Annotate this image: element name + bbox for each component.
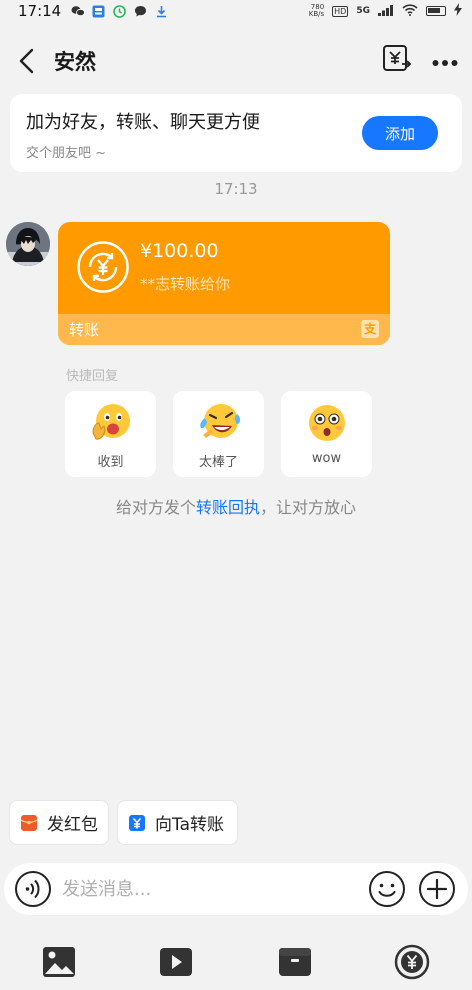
receipt-link[interactable]: 转账回执 <box>196 498 260 517</box>
quick-reply-label: wow <box>311 451 342 466</box>
message-timestamp: 17:13 <box>214 180 258 198</box>
quick-reply-wow[interactable]: wow <box>281 391 372 477</box>
wallet-icon[interactable] <box>277 944 313 980</box>
back-arrow-icon[interactable] <box>6 38 46 84</box>
transfer-to-button[interactable]: 向Ta转账 <box>117 800 238 845</box>
hd-badge: HD <box>332 5 349 17</box>
signal-icon <box>378 2 394 20</box>
more-options-icon[interactable] <box>432 52 458 71</box>
receipt-hint-prefix: 给对方发个 <box>115 498 196 517</box>
wifi-icon <box>402 2 418 20</box>
emoji-icon[interactable] <box>368 870 406 908</box>
receipt-hint-suffix: ，让对方放心 <box>260 498 357 517</box>
quick-reply-great[interactable]: 太棒了 <box>173 391 264 477</box>
battery-icon <box>426 6 446 16</box>
status-time: 17:14 <box>18 2 62 20</box>
ok-hand-face-icon <box>89 401 133 445</box>
transfer-to-label: 向Ta转账 <box>155 815 224 835</box>
video-icon[interactable] <box>158 944 194 980</box>
red-packet-button[interactable]: 发红包 <box>9 800 109 845</box>
alipay-icon: 支 <box>361 320 379 338</box>
status-bar: 17:14 780 KB/s HD 5G <box>0 0 472 22</box>
transfer-history-icon[interactable] <box>382 44 412 78</box>
transfer-coin-icon <box>76 240 130 294</box>
plus-icon[interactable] <box>418 870 456 908</box>
add-friend-card: 加为好友，转账、聊天更方便 交个朋友吧 ~ 添加 <box>10 94 462 172</box>
download-icon <box>155 5 168 18</box>
id-card-icon <box>92 5 105 18</box>
transfer-yuan-icon <box>128 814 146 832</box>
add-friend-button[interactable]: 添加 <box>362 116 438 150</box>
avatar[interactable] <box>6 222 50 266</box>
message-input[interactable] <box>62 875 352 903</box>
contact-name: 安然 <box>54 50 96 74</box>
chat-header: 安然 <box>0 38 472 84</box>
transfer-message-card[interactable]: ¥100.00 **志转账给你 转账 支 <box>58 222 390 345</box>
network-5g-label: 5G <box>356 6 370 16</box>
chat-bubble-icon <box>134 5 147 18</box>
quick-reply-received[interactable]: 收到 <box>65 391 156 477</box>
transfer-note: **志转账给你 <box>140 275 231 293</box>
transfer-footer-label: 转账 <box>69 321 100 339</box>
voice-input-icon[interactable] <box>14 870 52 908</box>
message-input-bar <box>4 863 468 915</box>
clock-app-icon <box>113 4 127 18</box>
receipt-hint: 给对方发个转账回执，让对方放心 <box>0 494 472 518</box>
laughing-tears-face-icon <box>197 401 241 445</box>
transfer-coin-tool-icon[interactable] <box>394 944 430 980</box>
transfer-amount: ¥100.00 <box>140 240 219 262</box>
wechat-icon <box>71 5 86 18</box>
red-packet-label: 发红包 <box>47 815 98 835</box>
surprised-face-icon <box>305 401 349 445</box>
net-speed: 780 KB/s <box>308 3 325 18</box>
red-packet-icon <box>20 814 38 832</box>
charging-icon <box>454 2 462 20</box>
image-icon[interactable] <box>41 944 77 980</box>
bottom-toolbar <box>0 940 472 990</box>
transfer-footer: 转账 支 <box>58 314 390 345</box>
quick-reply-title: 快捷回复 <box>66 369 119 384</box>
quick-reply-label: 太棒了 <box>198 455 238 470</box>
quick-reply-label: 收到 <box>97 455 124 470</box>
